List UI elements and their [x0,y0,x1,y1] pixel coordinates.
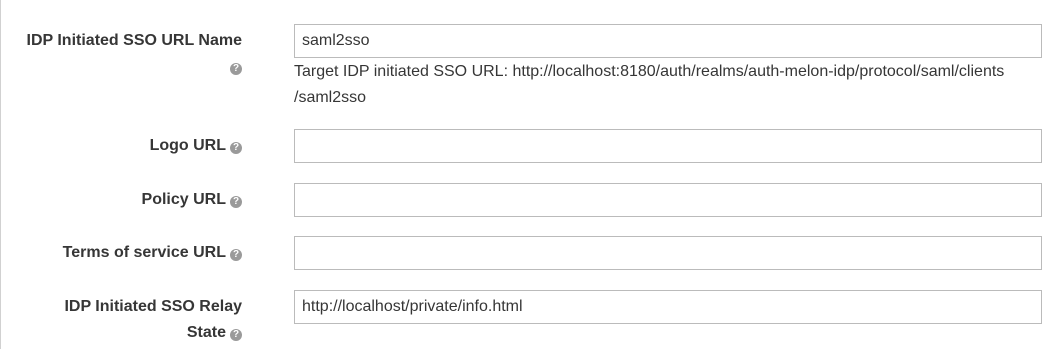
logo-url-input[interactable] [294,129,1042,163]
idp-relay-state-label-text: State [186,324,226,341]
help-icon[interactable]: ? [230,63,242,75]
client-settings-form: IDP Initiated SSO URL Name ? Target IDP … [0,0,1042,349]
idp-sso-url-name-input[interactable] [294,24,1042,58]
idp-sso-url-name-label: IDP Initiated SSO URL Name [27,28,242,54]
help-icon[interactable]: ? [230,196,242,208]
help-icon[interactable]: ? [230,249,242,261]
idp-sso-url-helptext-line2: /saml2sso [294,89,367,106]
policy-url-label-text: Policy URL [141,191,226,208]
idp-relay-state-label-line2: State? [187,320,242,346]
policy-url-input[interactable] [294,183,1042,217]
idp-relay-state-label-line1: IDP Initiated SSO Relay [64,298,242,315]
logo-url-label: Logo URL? [150,133,242,159]
help-icon[interactable]: ? [230,142,242,154]
idp-relay-state-input[interactable] [294,290,1042,324]
logo-url-label-text: Logo URL [149,137,226,154]
policy-url-label: Policy URL? [142,187,242,213]
tos-url-label-text: Terms of service URL [62,244,226,261]
idp-sso-url-name-label-text: IDP Initiated SSO URL Name [26,32,242,49]
help-icon[interactable]: ? [230,329,242,341]
idp-sso-url-helptext-line1: Target IDP initiated SSO URL: http://loc… [294,63,1005,80]
tos-url-label: Terms of service URL? [63,240,242,266]
tos-url-input[interactable] [294,236,1042,270]
idp-sso-url-name-help-wrapper: ? [230,54,242,80]
